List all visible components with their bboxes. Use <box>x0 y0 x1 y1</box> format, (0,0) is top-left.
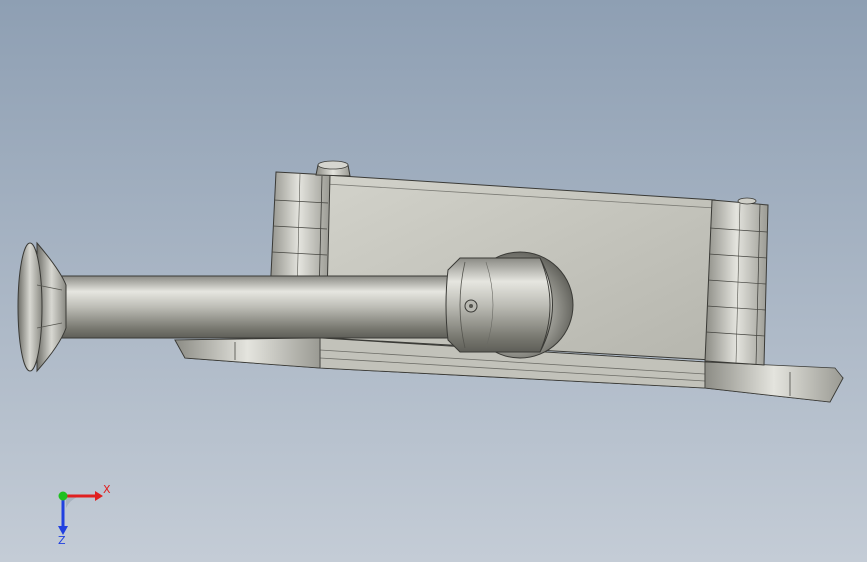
y-axis-dot <box>58 491 68 501</box>
right-fin-stack[interactable] <box>704 199 769 366</box>
collar-screw[interactable] <box>464 299 478 313</box>
top-knob[interactable] <box>315 160 351 177</box>
graphics-viewport[interactable]: X Z <box>0 0 867 562</box>
end-cap-disc[interactable] <box>17 241 67 373</box>
z-axis-label: Z <box>58 534 66 547</box>
x-axis-head <box>95 491 103 501</box>
socket-collar[interactable] <box>445 257 553 353</box>
handle-tube[interactable] <box>51 275 453 339</box>
orientation-triad[interactable]: X Z <box>40 478 120 548</box>
triad-graphic: X Z <box>58 483 111 547</box>
corner-screw <box>737 197 757 205</box>
3d-model-view[interactable] <box>0 0 867 562</box>
x-axis-label: X <box>103 483 111 496</box>
